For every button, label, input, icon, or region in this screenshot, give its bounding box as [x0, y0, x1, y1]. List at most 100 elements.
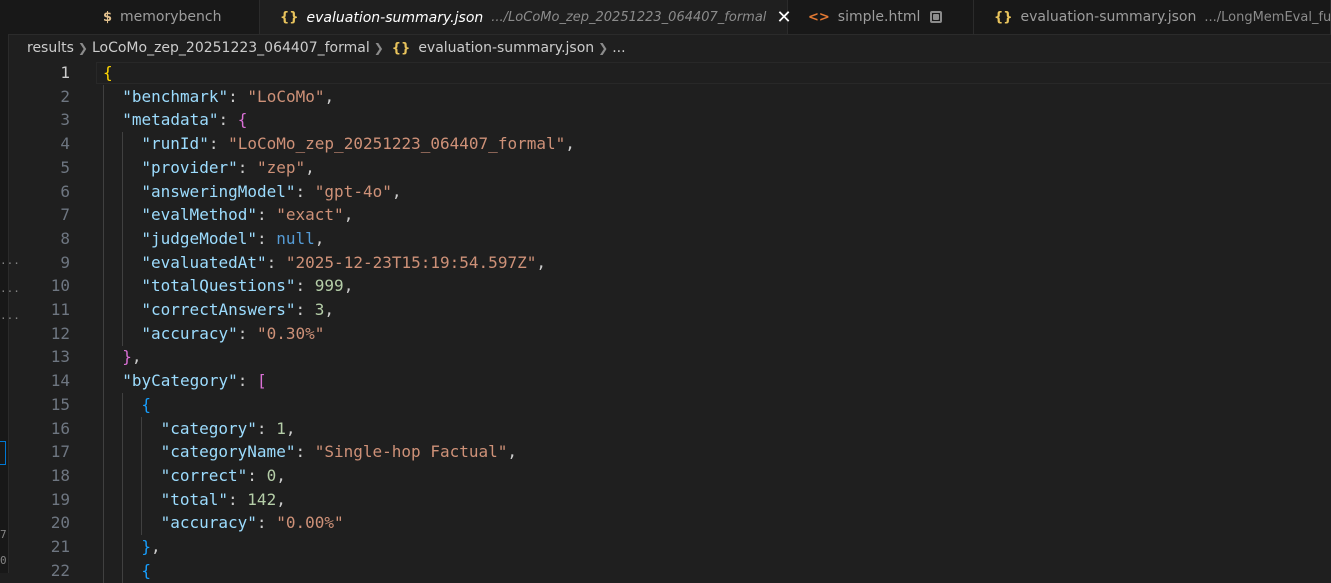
code-line[interactable]: 10 "totalQuestions": 999,: [8, 274, 1331, 299]
code-token: ,: [536, 252, 546, 272]
tab-description: .../LoCoMo_zep_20251223_064407_formal: [491, 10, 767, 25]
tab-description: .../LongMemEval_full: [1204, 9, 1331, 25]
preview-icon[interactable]: [930, 11, 943, 23]
line-number: 15: [50, 394, 70, 414]
breadcrumb-symbol-more[interactable]: ...: [612, 40, 625, 56]
code-line[interactable]: 3 "metadata": {: [8, 108, 1331, 133]
code-token: "metadata": [122, 110, 219, 130]
line-number: 11: [50, 300, 70, 319]
indent-guide: [122, 226, 124, 251]
code-text: "accuracy": "0.00%": [161, 511, 344, 535]
code-line[interactable]: 5 "provider": "zep",: [8, 155, 1331, 180]
editor-tab[interactable]: $ memorybench: [8, 0, 260, 34]
code-token: ,: [324, 86, 335, 106]
code-token: "0.00%": [276, 513, 344, 533]
line-number: 22: [50, 560, 70, 580]
code-line[interactable]: 20 "accuracy": "0.00%": [8, 511, 1331, 536]
code-token: "correctAnswers": [141, 300, 296, 319]
code-line[interactable]: 21},: [8, 535, 1331, 559]
code-line[interactable]: 11 "correctAnswers": 3,: [8, 298, 1331, 322]
code-token: ,: [343, 205, 354, 225]
code-line[interactable]: 6 "answeringModel": "gpt-4o",: [8, 179, 1331, 204]
indent-guide: [141, 463, 143, 488]
line-number: 12: [50, 323, 70, 343]
line-number: 5: [60, 157, 70, 177]
editor-tab[interactable]: {} evaluation-summary.json .../LoCoMo_zep_…: [260, 0, 792, 34]
chevron-right-icon: ❯: [373, 41, 384, 55]
code-token: "evalMethod": [141, 205, 257, 225]
code-text: "byCategory": [: [122, 369, 267, 393]
json-file-icon: {}: [391, 40, 411, 56]
code-token: :: [256, 205, 277, 225]
code-line[interactable]: 14 "byCategory": [: [8, 369, 1331, 394]
code-token: }: [122, 347, 132, 367]
indent-guide: [122, 321, 124, 346]
code-token: "accuracy": [141, 323, 238, 343]
code-token: :: [237, 157, 257, 177]
indent-guide: [141, 487, 143, 512]
indent-guide: [122, 179, 124, 204]
code-line[interactable]: 1{: [8, 61, 1331, 85]
indent-guide: [122, 250, 124, 275]
line-number: 18: [50, 465, 70, 485]
indent-guide: [103, 250, 104, 275]
code-token: "LoCoMo": [247, 86, 325, 106]
code-line[interactable]: 18 "correct": 0,: [8, 463, 1331, 488]
code-token: [: [257, 371, 267, 391]
chevron-right-icon: ❯: [598, 41, 609, 55]
code-line[interactable]: 13},: [8, 345, 1331, 370]
html-file-icon: <>: [808, 9, 830, 25]
breadcrumb-file[interactable]: evaluation-summary.json: [418, 40, 594, 56]
code-token: "total": [160, 489, 229, 509]
code-token: ,: [324, 300, 335, 319]
code-line[interactable]: 19 "total": 142,: [8, 487, 1331, 512]
indent-guide: [103, 558, 104, 583]
code-token: :: [237, 371, 258, 391]
line-number: 20: [50, 513, 70, 533]
indent-guide: [141, 416, 143, 441]
code-token: ,: [391, 181, 402, 201]
code-line[interactable]: 8 "judgeModel": null,: [8, 226, 1331, 251]
code-line[interactable]: 17 "categoryName": "Single-hop Factual",: [8, 440, 1331, 465]
indent-guide: [122, 416, 124, 441]
code-token: {: [103, 63, 113, 82]
indent-guide: [122, 274, 124, 299]
line-number: 3: [60, 110, 70, 130]
code-token: null: [276, 228, 315, 248]
breadcrumb-folder-results[interactable]: results: [27, 40, 74, 56]
code-token: :: [256, 228, 277, 248]
line-number: 8: [60, 228, 70, 248]
code-token: "categoryName": [160, 442, 296, 462]
code-text: "accuracy": "0.30%": [141, 322, 324, 346]
code-text: "evaluatedAt": "2025-12-23T15:19:54.597Z…: [141, 251, 546, 275]
code-editor[interactable]: 1{2 "benchmark": "LoCoMo", 3 "metadata": {4…: [8, 61, 1331, 583]
code-token: "gpt-4o": [314, 181, 392, 201]
code-line[interactable]: 12 "accuracy": "0.30%": [8, 321, 1331, 346]
code-token: :: [237, 323, 257, 343]
code-line[interactable]: 16 "category": 1,: [8, 416, 1331, 441]
code-line[interactable]: 9 "evaluatedAt": "2025-12-23T15:19:54.597…: [8, 250, 1331, 275]
code-token: ,: [343, 276, 354, 296]
code-line[interactable]: 15 {: [8, 392, 1331, 417]
code-line[interactable]: 2 "benchmark": "LoCoMo",: [8, 84, 1331, 109]
indent-guide: [122, 298, 124, 322]
editor-tab[interactable]: {} evaluation-summary.json .../LongMemEval…: [974, 0, 1331, 34]
code-token: "0.30%": [256, 323, 325, 343]
code-token: 3: [314, 300, 325, 319]
line-number: 21: [50, 537, 70, 556]
code-line[interactable]: 22 {: [8, 558, 1331, 583]
code-line[interactable]: 7 "evalMethod": "exact",: [8, 203, 1331, 228]
code-token: :: [295, 276, 315, 296]
code-token: 0: [266, 465, 277, 485]
code-token: "judgeModel": [141, 228, 257, 248]
line-number: 6: [60, 181, 70, 201]
code-line[interactable]: 4 "runId": "LoCoMo_zep_20251223_064407_fo…: [8, 132, 1331, 157]
breadcrumb-folder-run[interactable]: LoCoMo_zep_20251223_064407_formal: [92, 40, 370, 56]
code-token: ,: [314, 228, 325, 248]
editor-tab[interactable]: <> simple.html: [788, 0, 974, 34]
code-token: :: [295, 442, 315, 462]
code-text: {: [141, 559, 151, 583]
code-text: "correct": 0,: [161, 464, 286, 488]
code-token: "zep": [256, 157, 306, 177]
code-token: "benchmark": [122, 86, 229, 106]
